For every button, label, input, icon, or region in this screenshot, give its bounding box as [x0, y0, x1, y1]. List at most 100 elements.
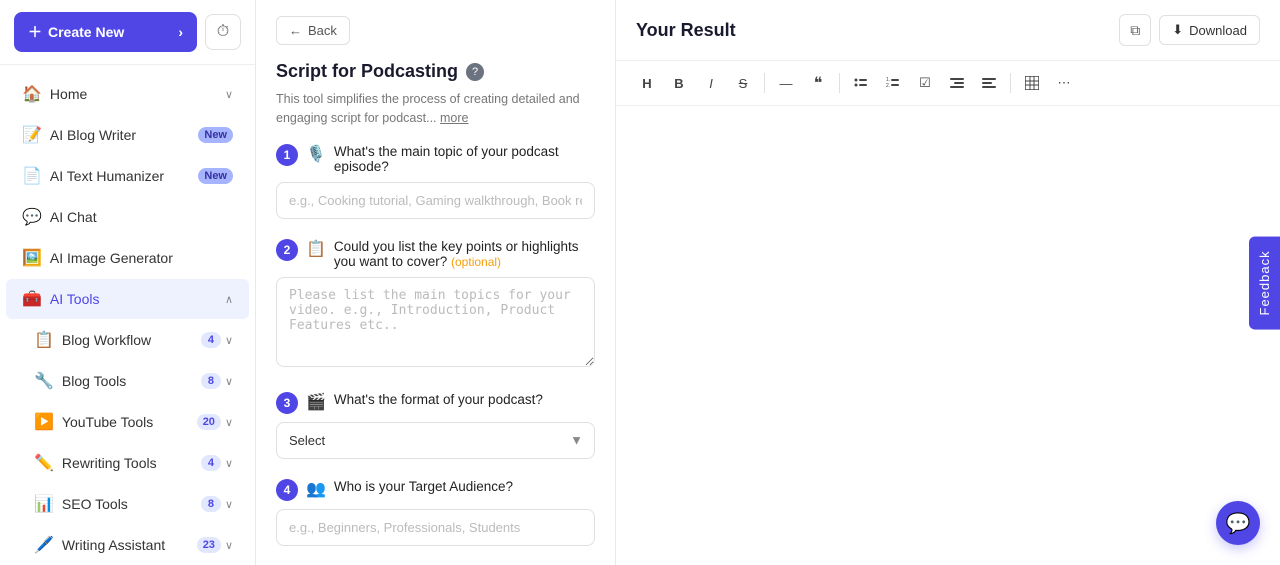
blog-workflow-icon: 📋 — [34, 330, 54, 350]
rewriting-tools-icon: ✏️ — [34, 453, 54, 473]
back-label: Back — [308, 23, 337, 38]
copy-button[interactable]: ⧉ — [1119, 14, 1151, 46]
ordered-list-button[interactable]: 1.2. — [878, 69, 908, 97]
strikethrough-button[interactable]: S — [728, 69, 758, 97]
sidebar: ＋ Create New › ⏱ 🏠 Home ∨ 📝 AI Blog Writ… — [0, 0, 256, 565]
sidebar-item-blog-workflow[interactable]: 📋 Blog Workflow 4 ∨ — [6, 320, 249, 360]
chevron-down-icon: ∨ — [225, 334, 233, 347]
sidebar-item-label: Blog Tools — [62, 373, 126, 389]
create-new-button[interactable]: ＋ Create New › — [14, 12, 197, 52]
editor-toolbar: H B I S — ❝ 1.2. ☑ ⋯ — [616, 61, 1280, 106]
horizontal-rule-button[interactable]: — — [771, 69, 801, 97]
toolbar-divider — [1010, 73, 1011, 93]
image-generator-icon: 🖼️ — [22, 248, 42, 268]
chevron-down-icon: ∨ — [225, 457, 233, 470]
bullet-list-button[interactable] — [846, 69, 876, 97]
sidebar-item-rewriting-tools[interactable]: ✏️ Rewriting Tools 4 ∨ — [6, 443, 249, 483]
chevron-down-icon: ∨ — [225, 375, 233, 388]
question-1: 1 🎙️ What's the main topic of your podca… — [276, 144, 595, 219]
download-icon: ⬇ — [1172, 22, 1183, 38]
question-number: 3 — [276, 392, 298, 414]
sidebar-item-ai-image-generator[interactable]: 🖼️ AI Image Generator — [6, 238, 249, 278]
download-button[interactable]: ⬇ Download — [1159, 15, 1260, 45]
form-title-row: Script for Podcasting ? — [276, 61, 595, 82]
question-text: Could you list the key points or highlig… — [334, 239, 595, 269]
heading-button[interactable]: H — [632, 69, 662, 97]
toolbar-divider — [839, 73, 840, 93]
arrow-right-icon: › — [178, 24, 183, 40]
chevron-down-icon: ∨ — [225, 539, 233, 552]
quote-button[interactable]: ❝ — [803, 69, 833, 97]
result-panel: Your Result ⧉ ⬇ Download H B I S — ❝ — [616, 0, 1280, 565]
count-badge: 4 — [201, 455, 221, 471]
bold-button[interactable]: B — [664, 69, 694, 97]
question-3-label: 3 🎬 What's the format of your podcast? — [276, 392, 595, 414]
chat-bubble-button[interactable]: 💬 — [1216, 501, 1260, 545]
sidebar-item-label: AI Image Generator — [50, 250, 173, 266]
question-4: 4 👥 Who is your Target Audience? — [276, 479, 595, 546]
back-button[interactable]: ← Back — [276, 16, 350, 45]
chat-icon: 💬 — [22, 207, 42, 227]
question-text: What's the format of your podcast? — [334, 392, 543, 407]
info-icon[interactable]: ? — [466, 63, 484, 81]
indent-left-button[interactable] — [942, 69, 972, 97]
toolbar-divider — [764, 73, 765, 93]
form-header: ← Back Script for Podcasting ? This tool… — [256, 0, 615, 144]
feedback-label: Feedback — [1257, 250, 1272, 315]
home-icon: 🏠 — [22, 84, 42, 104]
format-select[interactable]: Select Solo Interview Panel Discussion N… — [276, 422, 595, 459]
download-label: Download — [1189, 23, 1247, 38]
optional-tag: (optional) — [451, 255, 501, 269]
question-number: 2 — [276, 239, 298, 261]
key-points-textarea[interactable] — [276, 277, 595, 367]
question-emoji: 👥 — [306, 479, 326, 499]
form-body: 1 🎙️ What's the main topic of your podca… — [256, 144, 615, 565]
chevron-down-icon: ∨ — [225, 416, 233, 429]
more-options-button[interactable]: ⋯ — [1049, 69, 1079, 97]
chevron-down-icon: ∨ — [225, 88, 233, 101]
table-button[interactable] — [1017, 69, 1047, 97]
create-new-label: Create New — [48, 24, 124, 40]
new-badge: New — [198, 127, 233, 143]
checklist-button[interactable]: ☑ — [910, 69, 940, 97]
question-text: Who is your Target Audience? — [334, 479, 513, 494]
sidebar-item-ai-chat[interactable]: 💬 AI Chat — [6, 197, 249, 237]
question-2-label: 2 📋 Could you list the key points or hig… — [276, 239, 595, 269]
indent-right-button[interactable] — [974, 69, 1004, 97]
question-4-label: 4 👥 Who is your Target Audience? — [276, 479, 595, 501]
form-title: Script for Podcasting — [276, 61, 458, 82]
question-3: 3 🎬 What's the format of your podcast? S… — [276, 392, 595, 459]
more-link[interactable]: more — [440, 111, 468, 125]
sidebar-item-label: AI Tools — [50, 291, 100, 307]
new-badge: New — [198, 168, 233, 184]
sidebar-item-seo-tools[interactable]: 📊 SEO Tools 8 ∨ — [6, 484, 249, 524]
sidebar-item-youtube-tools[interactable]: ▶️ YouTube Tools 20 ∨ — [6, 402, 249, 442]
plus-icon: ＋ — [28, 22, 42, 42]
count-badge: 8 — [201, 496, 221, 512]
sidebar-item-ai-text-humanizer[interactable]: 📄 AI Text Humanizer New — [6, 156, 249, 196]
chat-bubble-icon: 💬 — [1226, 511, 1251, 536]
sidebar-item-home[interactable]: 🏠 Home ∨ — [6, 74, 249, 114]
text-humanizer-icon: 📄 — [22, 166, 42, 186]
sidebar-item-label: AI Chat — [50, 209, 97, 225]
sidebar-item-blog-tools[interactable]: 🔧 Blog Tools 8 ∨ — [6, 361, 249, 401]
sidebar-item-ai-blog-writer[interactable]: 📝 AI Blog Writer New — [6, 115, 249, 155]
question-text: What's the main topic of your podcast ep… — [334, 144, 595, 174]
blog-writer-icon: 📝 — [22, 125, 42, 145]
question-number: 4 — [276, 479, 298, 501]
topic-input[interactable] — [276, 182, 595, 219]
chevron-up-icon: ∧ — [225, 293, 233, 306]
result-actions: ⧉ ⬇ Download — [1119, 14, 1260, 46]
form-description: This tool simplifies the process of crea… — [276, 90, 595, 128]
question-emoji: 🎙️ — [306, 144, 326, 164]
sidebar-item-ai-tools[interactable]: 🧰 AI Tools ∧ — [6, 279, 249, 319]
italic-button[interactable]: I — [696, 69, 726, 97]
count-badge: 23 — [197, 537, 221, 553]
result-title: Your Result — [636, 20, 736, 41]
history-button[interactable]: ⏱ — [205, 14, 241, 50]
feedback-button[interactable]: Feedback — [1249, 236, 1280, 329]
question-emoji: 🎬 — [306, 392, 326, 412]
sidebar-item-writing-assistant[interactable]: 🖊️ Writing Assistant 23 ∨ — [6, 525, 249, 565]
target-audience-input[interactable] — [276, 509, 595, 546]
writing-assistant-icon: 🖊️ — [34, 535, 54, 555]
